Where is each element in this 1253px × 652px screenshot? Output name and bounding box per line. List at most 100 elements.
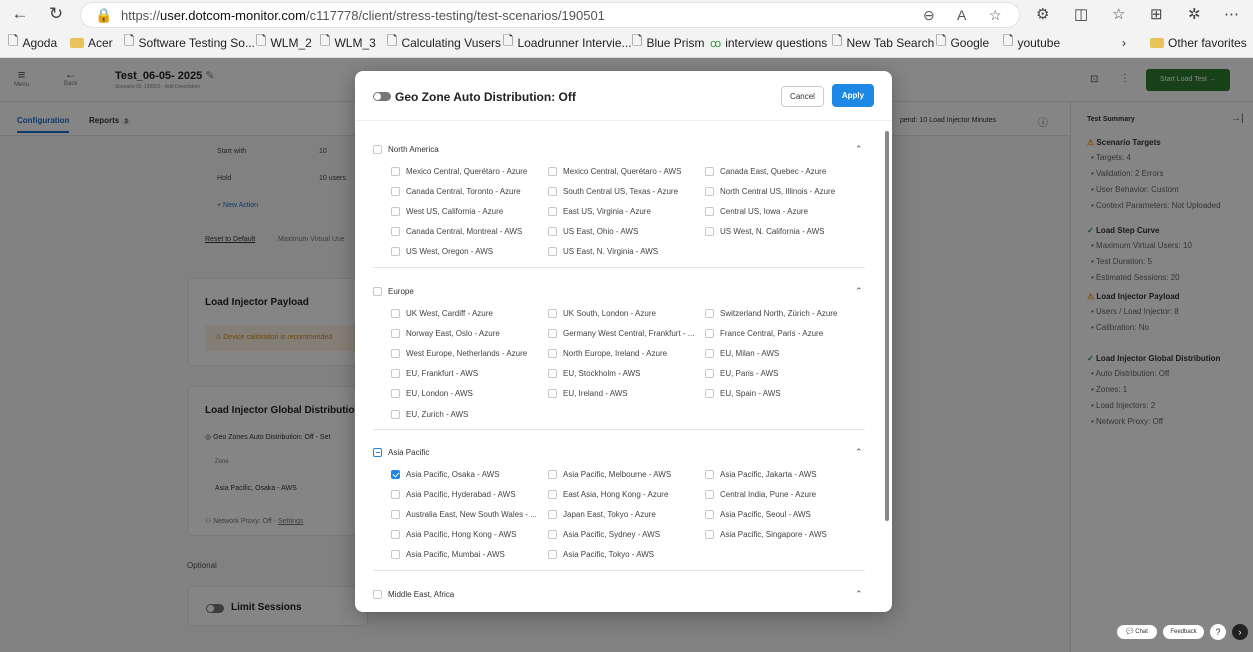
group-checkbox[interactable]: [373, 589, 382, 599]
bookmark-software-testing[interactable]: 🗋 Software Testing So...: [124, 33, 255, 52]
bookmark-interview-questions[interactable]: ꝏ interview questions: [710, 34, 827, 52]
chat-button[interactable]: 💬 Chat: [1117, 625, 1157, 639]
zone-checkbox[interactable]: [391, 348, 400, 358]
address-bar[interactable]: 🔒 https://user.dotcom-monitor.com/c11777…: [80, 2, 1020, 28]
bookmark-wlm3[interactable]: 🗋 WLM_3: [320, 33, 376, 52]
zone-option[interactable]: East Asia, Hong Kong - Azure: [548, 488, 668, 500]
bookmarks-overflow-icon[interactable]: ›: [1122, 34, 1126, 52]
zone-option[interactable]: Asia Pacific, Hyderabad - AWS: [391, 488, 516, 500]
zone-checkbox[interactable]: [705, 489, 714, 499]
group-checkbox[interactable]: [373, 447, 382, 457]
zone-option[interactable]: West US, California - Azure: [391, 205, 503, 217]
zone-option[interactable]: South Central US, Texas - Azure: [548, 185, 678, 197]
bookmark-agoda[interactable]: 🗋 Agoda: [8, 33, 57, 52]
zone-option[interactable]: UK South, London - Azure: [548, 307, 656, 319]
zone-checkbox[interactable]: [391, 550, 400, 560]
zone-option[interactable]: Asia Pacific, Jakarta - AWS: [705, 468, 817, 480]
zone-option[interactable]: North Central US, Illinois - Azure: [705, 185, 835, 197]
collapse-chevron-icon[interactable]: ⌃: [855, 286, 863, 297]
zone-group-header[interactable]: Middle East, Africa: [373, 587, 454, 601]
zone-group-header[interactable]: Europe: [373, 284, 414, 298]
zone-checkbox[interactable]: [548, 611, 557, 612]
zone-option[interactable]: France Central, Paris - Azure: [705, 327, 823, 339]
zone-checkbox[interactable]: [391, 409, 400, 419]
zone-option[interactable]: Canada Central, Montreal - AWS: [391, 226, 522, 238]
zone-checkbox[interactable]: [548, 348, 557, 358]
zone-checkbox[interactable]: [548, 206, 557, 216]
zone-option[interactable]: Canada East, Quebec - Azure: [705, 165, 826, 177]
zone-option[interactable]: Asia Pacific, Sydney - AWS: [548, 529, 660, 541]
copilot-icon[interactable]: ✲: [1188, 5, 1201, 23]
geo-zone-auto-toggle[interactable]: [373, 92, 391, 101]
zone-checkbox[interactable]: [705, 369, 714, 379]
zone-option[interactable]: Germany West Central, Frankfurt - ...: [548, 327, 694, 339]
collapse-chevron-icon[interactable]: ⌃: [855, 447, 863, 458]
favorites-icon[interactable]: ☆: [1112, 5, 1125, 23]
zone-checkbox[interactable]: [391, 469, 400, 479]
bookmark-calculating-vusers[interactable]: 🗋 Calculating Vusers: [387, 33, 501, 52]
favorite-star-icon[interactable]: ☆: [989, 7, 1002, 24]
zone-option[interactable]: EU, Stockholm - AWS: [548, 368, 641, 380]
bookmark-loadrunner[interactable]: 🗋 Loadrunner Intervie...: [503, 33, 632, 52]
other-favorites[interactable]: Other favorites: [1150, 34, 1247, 52]
zone-option[interactable]: Central India, Pune - Azure: [705, 488, 816, 500]
zone-option[interactable]: EU, London - AWS: [391, 388, 473, 400]
zone-checkbox[interactable]: [391, 247, 400, 257]
zone-checkbox[interactable]: [391, 509, 400, 519]
zone-checkbox[interactable]: [391, 369, 400, 379]
apply-button[interactable]: Apply: [832, 84, 874, 107]
zone-checkbox[interactable]: [548, 247, 557, 257]
back-arrow-icon[interactable]: ←: [8, 4, 32, 24]
zone-group-header[interactable]: North America: [373, 142, 439, 156]
zone-option[interactable]: Australia East, New South Wales - ...: [391, 508, 537, 520]
zone-option[interactable]: Mexico Central, Querétaro - AWS: [548, 165, 681, 177]
zone-option[interactable]: EU, Paris - AWS: [705, 368, 778, 380]
zone-option[interactable]: UK West, Cardiff - Azure: [391, 307, 493, 319]
zone-checkbox[interactable]: [705, 530, 714, 540]
zone-checkbox[interactable]: [705, 227, 714, 237]
collapse-chevron-icon[interactable]: ⌃: [855, 589, 863, 600]
group-checkbox[interactable]: [373, 144, 382, 154]
zone-option[interactable]: Canada Central, Toronto - Azure: [391, 185, 521, 197]
zone-option[interactable]: EU, Zurich - AWS: [391, 408, 468, 420]
zone-option[interactable]: Japan East, Tokyo - Azure: [548, 508, 656, 520]
help-icon[interactable]: ?: [1210, 624, 1226, 640]
zone-option[interactable]: Norway East, Oslo - Azure: [391, 327, 500, 339]
zone-checkbox[interactable]: [548, 530, 557, 540]
zoom-icon[interactable]: ⊖: [923, 7, 935, 24]
expand-icon[interactable]: ›: [1232, 624, 1248, 640]
zone-option[interactable]: Asia Pacific, Melbourne - AWS: [548, 468, 671, 480]
zone-option[interactable]: EU, Spain - AWS: [705, 388, 781, 400]
zone-checkbox[interactable]: [391, 611, 400, 612]
zone-checkbox[interactable]: [548, 389, 557, 399]
zone-option[interactable]: US West, Oregon - AWS: [391, 246, 493, 258]
zone-option[interactable]: Asia Pacific, Seoul - AWS: [705, 508, 811, 520]
zone-checkbox[interactable]: [391, 206, 400, 216]
bookmark-wlm2[interactable]: 🗋 WLM_2: [256, 33, 312, 52]
zone-option[interactable]: Middle East, UAE - AWS: [391, 610, 493, 612]
zone-checkbox[interactable]: [391, 308, 400, 318]
collections-icon[interactable]: ⊞: [1150, 5, 1163, 23]
zone-checkbox[interactable]: [548, 186, 557, 196]
cancel-button[interactable]: Cancel: [781, 86, 824, 107]
bookmark-acer[interactable]: Acer: [70, 34, 113, 52]
zone-checkbox[interactable]: [705, 166, 714, 176]
zone-option[interactable]: Mexico Central, Querétaro - Azure: [391, 165, 527, 177]
zone-option[interactable]: EU, Milan - AWS: [705, 347, 779, 359]
zone-option[interactable]: US East, N. Virginia - AWS: [548, 246, 658, 258]
zone-option[interactable]: Central US, Iowa - Azure: [705, 205, 808, 217]
zone-checkbox[interactable]: [391, 489, 400, 499]
zone-checkbox[interactable]: [391, 166, 400, 176]
zone-checkbox[interactable]: [548, 328, 557, 338]
zone-checkbox[interactable]: [705, 328, 714, 338]
read-aloud-icon[interactable]: A: [957, 7, 966, 23]
bookmark-new-tab-search[interactable]: 🗋 New Tab Search: [832, 33, 934, 52]
zone-option[interactable]: West Europe, Netherlands - Azure: [391, 347, 527, 359]
bookmark-youtube[interactable]: 🗋 youtube: [1003, 33, 1060, 52]
zone-checkbox[interactable]: [705, 186, 714, 196]
zone-checkbox[interactable]: [548, 469, 557, 479]
zone-checkbox[interactable]: [548, 369, 557, 379]
zone-checkbox[interactable]: [391, 227, 400, 237]
zone-option[interactable]: US West, N. California - AWS: [705, 226, 824, 238]
zone-option[interactable]: EU, Ireland - AWS: [548, 388, 628, 400]
